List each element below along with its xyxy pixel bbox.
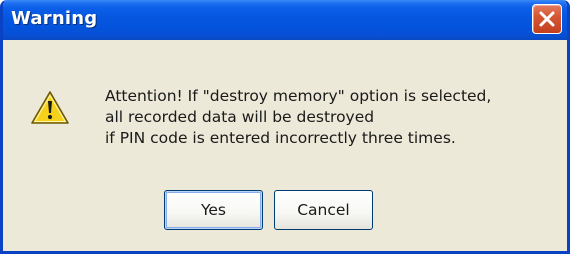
message-line: Attention! If "destroy memory" option is… xyxy=(105,87,492,105)
warning-icon xyxy=(31,91,69,124)
cancel-button[interactable]: Cancel xyxy=(274,190,373,230)
dialog-body: Attention! If "destroy memory" option is… xyxy=(3,40,567,251)
dialog-title: Warning xyxy=(11,8,98,29)
title-bar[interactable]: Warning xyxy=(3,0,567,40)
warning-message: Attention! If "destroy memory" option is… xyxy=(105,86,491,149)
yes-button[interactable]: Yes xyxy=(164,190,263,230)
warning-dialog: Warning Attention! If "destroy memory" o… xyxy=(0,0,570,254)
message-line: if PIN code is entered incorrectly three… xyxy=(105,129,456,147)
message-line: all recorded data will be destroyed xyxy=(105,108,375,126)
close-icon xyxy=(539,11,555,27)
close-button[interactable] xyxy=(532,4,562,34)
